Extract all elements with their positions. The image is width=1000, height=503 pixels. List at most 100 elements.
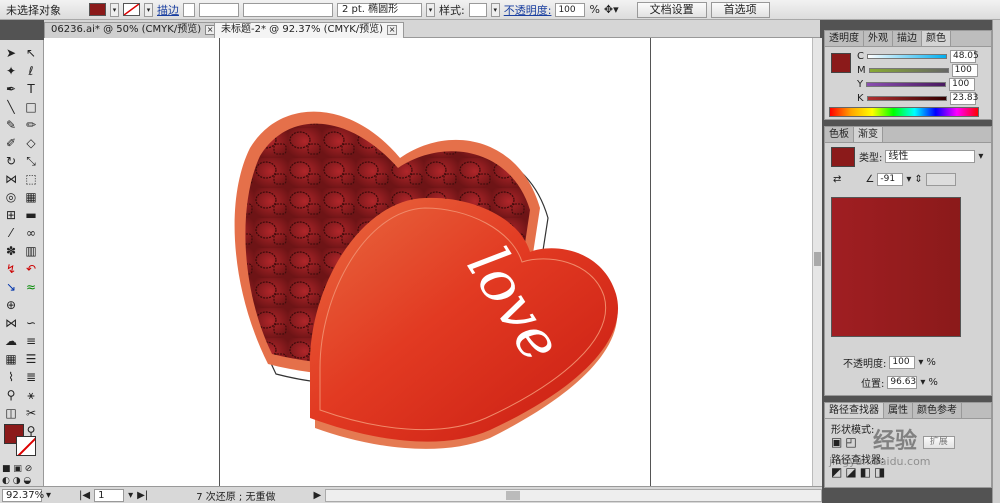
gradient-tool-icon[interactable]: ▬	[22, 206, 40, 224]
cloud-icon[interactable]: ☁	[2, 332, 20, 350]
tab-appearance[interactable]: 外观	[864, 31, 893, 46]
free-transform-icon[interactable]: ⬚	[22, 170, 40, 188]
lines-icon[interactable]: ≣	[22, 368, 40, 386]
pencil-icon[interactable]: ✏	[22, 116, 40, 134]
warp-icon[interactable]: ⋈	[2, 314, 20, 332]
mesh-icon[interactable]: ⊞	[2, 206, 20, 224]
y-input[interactable]: 100	[949, 78, 976, 91]
column-graph-icon[interactable]: ▥	[22, 242, 40, 260]
stroke-weight-field[interactable]	[199, 2, 239, 17]
m-slider[interactable]	[868, 68, 949, 73]
chevron-down-icon[interactable]: ▾	[978, 151, 983, 162]
smooth-green-icon[interactable]: ≈	[22, 278, 40, 296]
stroke-color-box[interactable]	[16, 436, 36, 456]
opacity-link[interactable]: 不透明度:	[504, 2, 552, 18]
pen-red-icon[interactable]: ↯	[2, 260, 20, 278]
tab-swatches[interactable]: 色板	[825, 127, 854, 142]
tab-color[interactable]: 颜色	[922, 31, 951, 46]
k-slider[interactable]	[866, 96, 947, 101]
line-tool-icon[interactable]: ╲	[2, 98, 20, 116]
fill-dropdown[interactable]: ▾	[110, 2, 119, 17]
zoom-field[interactable]: 92.37%	[2, 488, 44, 502]
live-paint-icon[interactable]: ⚲	[2, 386, 20, 404]
close-icon[interactable]: ×	[387, 25, 398, 35]
rectangle-tool-icon[interactable]: □	[22, 98, 40, 116]
brush-definition[interactable]: 2 pt. 椭圆形	[337, 2, 422, 17]
paintbrush-icon[interactable]: ✎	[2, 116, 20, 134]
style-swatch[interactable]	[468, 2, 487, 17]
tab-untitled-2[interactable]: 未标题-2* @ 92.37% (CMYK/预览) ×	[214, 22, 405, 38]
bars-icon[interactable]: ≡	[22, 332, 40, 350]
screen-mode-buttons[interactable]: ◐ ◑ ◒	[2, 476, 31, 486]
reverse-gradient-icon[interactable]: ⇄	[833, 174, 841, 185]
document-setup-button[interactable]: 文档设置	[636, 1, 707, 18]
eyedropper-icon[interactable]: ⁄	[2, 224, 20, 242]
zigzag-icon[interactable]: ⌇	[2, 368, 20, 386]
grid-icon[interactable]: ▦	[2, 350, 20, 368]
last-page-icon[interactable]: ▶|	[137, 490, 148, 501]
pen-tool-icon[interactable]: ✒	[2, 80, 20, 98]
preferences-button[interactable]: 首选项	[710, 1, 770, 18]
blob-brush-icon[interactable]: ✐	[2, 134, 20, 152]
artboard[interactable]: love	[219, 38, 651, 486]
shape-builder-icon[interactable]: ◎	[2, 188, 20, 206]
width-tool-icon[interactable]: ⋈	[2, 170, 20, 188]
minus-front-icon[interactable]: ◰	[845, 435, 856, 449]
status-menu-icon[interactable]: ▶	[313, 490, 321, 501]
tab-pathfinder[interactable]: 路径查找器	[825, 403, 884, 418]
opacity-dropdown[interactable]: ▾	[918, 357, 923, 368]
recolor-icon[interactable]: ✥▾	[604, 3, 619, 16]
opacity-input[interactable]: 100	[555, 2, 586, 17]
anchor-blue-icon[interactable]: ↘	[2, 278, 20, 296]
symbol-sprayer-icon[interactable]: ✽	[2, 242, 20, 260]
tab-color-guide[interactable]: 颜色参考	[913, 403, 962, 418]
tab-attributes[interactable]: 属性	[884, 403, 913, 418]
m-input[interactable]: 100	[951, 64, 978, 77]
page-field[interactable]: 1	[94, 488, 125, 502]
slice-icon[interactable]: ⚹	[22, 386, 40, 404]
horizontal-scrollbar[interactable]	[325, 488, 822, 502]
type-tool-icon[interactable]: T	[22, 80, 40, 98]
location-input[interactable]: 96.63	[887, 376, 918, 389]
tab-06236[interactable]: 06236.ai* @ 50% (CMYK/预览) ×	[44, 22, 223, 38]
gradient-swatch[interactable]	[831, 147, 855, 167]
rotate-icon[interactable]: ↻	[2, 152, 20, 170]
color-spectrum[interactable]	[829, 107, 979, 117]
selection-tool-icon[interactable]: ➤	[2, 44, 20, 62]
angle-input[interactable]: -91	[877, 173, 904, 186]
canvas[interactable]: love	[44, 38, 812, 486]
stroke-link[interactable]: 描边	[157, 2, 179, 18]
variable-width-field[interactable]	[243, 2, 333, 17]
stroke-swatch[interactable]	[123, 3, 140, 16]
zoom-dropdown[interactable]: ▾	[46, 490, 51, 501]
artboard-icon[interactable]: ◫	[2, 404, 20, 422]
wave-icon[interactable]: ∽	[22, 314, 40, 332]
tab-stroke[interactable]: 描边	[893, 31, 922, 46]
curve-red-icon[interactable]: ↶	[22, 260, 40, 278]
unite-icon[interactable]: ▣	[831, 435, 842, 449]
expand-button[interactable]: 扩展	[922, 435, 955, 449]
style-dropdown[interactable]: ▾	[490, 2, 500, 17]
angle-dropdown[interactable]: ▾	[906, 174, 911, 185]
tab-gradient[interactable]: 渐变	[854, 127, 883, 142]
k-input[interactable]: 23.83	[949, 92, 978, 105]
lasso-icon[interactable]: ℓ	[22, 62, 40, 80]
stop-opacity-input[interactable]: 100	[889, 356, 916, 369]
stroke-dropdown[interactable]: ▾	[144, 2, 153, 17]
tab-transparency[interactable]: 透明度	[825, 31, 864, 46]
type-select[interactable]: 线性	[885, 150, 976, 163]
scale-icon[interactable]: ⤡	[22, 152, 40, 170]
c-slider[interactable]	[866, 54, 947, 59]
direct-selection-tool-icon[interactable]: ↖	[22, 44, 40, 62]
panel-scrollbar[interactable]	[992, 20, 1000, 503]
gradient-slider[interactable]	[831, 197, 961, 337]
eraser-icon[interactable]: ◇	[22, 134, 40, 152]
y-slider[interactable]	[866, 82, 947, 87]
brush-dropdown[interactable]: ▾	[426, 2, 435, 17]
crosshair-icon[interactable]: ⊕	[2, 296, 20, 314]
magic-wand-icon[interactable]: ✦	[2, 62, 20, 80]
perspective-grid-icon[interactable]: ▦	[22, 188, 40, 206]
c-input[interactable]: 48.05	[949, 50, 979, 63]
stroke-weight-stepper[interactable]	[183, 2, 195, 17]
location-dropdown[interactable]: ▾	[920, 377, 925, 388]
